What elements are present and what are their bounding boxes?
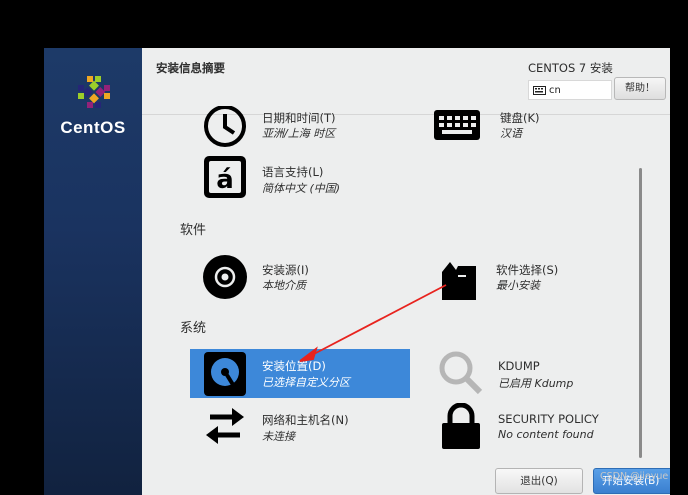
spoke-title: 安装位置(D) <box>262 359 326 373</box>
spoke-title: 键盘(K) <box>500 111 540 125</box>
network-arrows-icon <box>206 408 244 444</box>
clock-icon <box>204 106 246 147</box>
help-button[interactable]: 帮助！ <box>614 77 666 100</box>
spoke-title: 网络和主机名(N) <box>262 413 349 427</box>
screen-right-border <box>670 0 688 495</box>
spoke-title: KDUMP <box>498 359 540 373</box>
brand-name: CentOS <box>60 118 126 137</box>
page-title: 安装信息摘要 <box>156 61 225 75</box>
spoke-status: 亚洲/上海 时区 <box>262 127 336 140</box>
keyboard-icon <box>533 85 546 95</box>
spoke-network-hostname[interactable]: 网络和主机名(N) 未连接 <box>202 403 402 449</box>
spoke-keyboard[interactable]: 键盘(K) 汉语 <box>434 106 634 152</box>
language-icon: á <box>204 156 246 198</box>
hard-drive-icon <box>204 352 246 396</box>
quit-button[interactable]: 退出(Q) <box>495 468 583 494</box>
centos-logo-icon <box>78 76 110 108</box>
spoke-status: 已启用 Kdump <box>498 377 574 390</box>
category-software: 软件 <box>180 223 207 238</box>
spoke-language-support[interactable]: á 语言支持(L) 简体中文 (中国) <box>202 154 402 204</box>
spoke-security-policy[interactable]: SECURITY POLICY No content found <box>438 403 648 449</box>
spoke-status: 未连接 <box>262 430 295 443</box>
spoke-status: 已选择自定义分区 <box>262 376 350 389</box>
lock-icon <box>442 403 480 449</box>
spoke-title: 语言支持(L) <box>262 165 324 179</box>
spoke-install-source[interactable]: 安装源(I) 本地介质 <box>202 254 402 300</box>
keyboard-layout-indicator[interactable]: cn <box>528 80 612 100</box>
keyboard-icon <box>434 110 480 140</box>
spoke-status: 简体中文 (中国) <box>262 182 341 195</box>
keyboard-layout-value: cn <box>549 84 561 96</box>
product-title: CENTOS 7 安装 <box>528 61 613 75</box>
installation-summary-panel: 安装信息摘要 CENTOS 7 安装 cn 帮助！ 日期和时间(T) 亚洲/上海… <box>142 48 670 495</box>
category-system: 系统 <box>180 321 207 336</box>
spoke-software-selection[interactable]: 软件选择(S) 最小安装 <box>436 254 636 300</box>
disc-icon <box>203 255 247 299</box>
spoke-install-destination[interactable]: 安装位置(D) 已选择自定义分区 <box>190 349 410 398</box>
spoke-title: 安装源(I) <box>262 263 309 277</box>
spoke-status: No content found <box>498 428 594 441</box>
spoke-status: 本地介质 <box>262 279 306 292</box>
spoke-date-time[interactable]: 日期和时间(T) 亚洲/上海 时区 <box>202 106 402 152</box>
spoke-status: 汉语 <box>500 127 522 140</box>
spoke-kdump[interactable]: KDUMP 已启用 Kdump <box>438 350 638 396</box>
package-icon <box>442 262 476 300</box>
spoke-status: 最小安装 <box>496 279 540 292</box>
screen-top-border <box>0 0 688 48</box>
watermark: CSDN @jieyue <box>600 471 669 482</box>
spoke-title: 日期和时间(T) <box>262 111 336 125</box>
spoke-title: SECURITY POLICY <box>498 412 599 426</box>
sidebar: CentOS <box>44 48 142 495</box>
svg-text:á: á <box>216 165 234 195</box>
scrollbar[interactable] <box>639 168 642 458</box>
spoke-title: 软件选择(S) <box>496 263 559 277</box>
magnifier-icon <box>439 351 483 395</box>
